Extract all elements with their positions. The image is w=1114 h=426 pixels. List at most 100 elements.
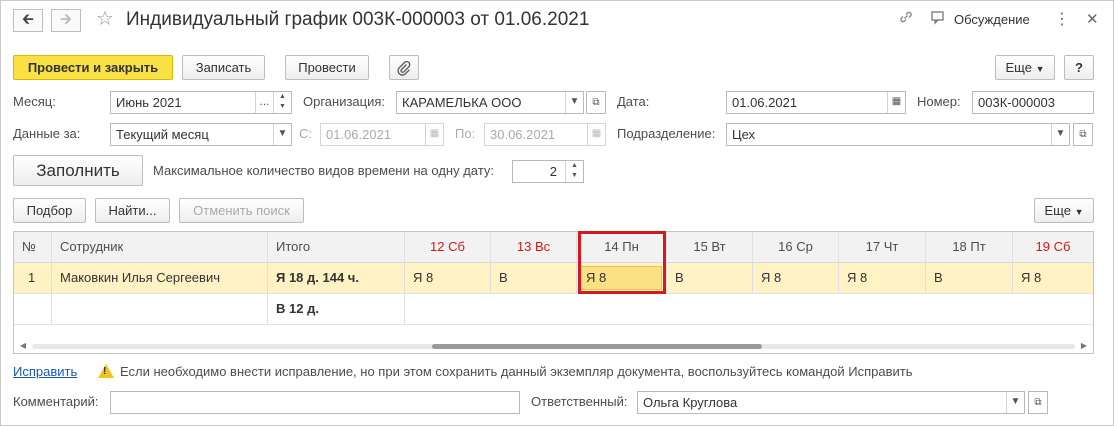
- division-open-button[interactable]: ⧉: [1073, 123, 1093, 146]
- responsible-open-button[interactable]: ⧉: [1028, 391, 1048, 414]
- day-19-cell[interactable]: Я 8: [1013, 263, 1093, 293]
- save-button[interactable]: Записать: [182, 55, 265, 80]
- max-types-field[interactable]: 2 ▲ ▼: [512, 160, 584, 183]
- to-date-field[interactable]: 30.06.2021 ▦: [484, 123, 606, 146]
- day-18-cell[interactable]: В: [926, 263, 1013, 293]
- more-button[interactable]: Еще ▼: [995, 55, 1055, 80]
- column-header-day-14[interactable]: 14 Пн: [577, 232, 667, 262]
- find-button[interactable]: Найти...: [95, 198, 170, 223]
- forward-button[interactable]: 🡲: [51, 9, 81, 32]
- organization-field[interactable]: КАРАМЕЛЬКА ООО ▼: [396, 91, 584, 114]
- post-and-close-button[interactable]: Провести и закрыть: [13, 55, 173, 80]
- column-header-day-13[interactable]: 13 Вс: [491, 232, 577, 262]
- column-header-day-18[interactable]: 18 Пт: [926, 232, 1013, 262]
- scroll-left-icon[interactable]: ◀: [16, 339, 30, 353]
- month-select-button[interactable]: ...: [255, 92, 273, 113]
- column-header-employee[interactable]: Сотрудник: [52, 232, 268, 262]
- table-row[interactable]: В 12 д.: [14, 294, 1093, 325]
- more-vertical-icon[interactable]: ⋮: [1054, 9, 1070, 31]
- comment-label: Комментарий:: [13, 394, 99, 409]
- date-field[interactable]: 01.06.2021 ▦: [726, 91, 906, 114]
- from-label: С:: [299, 126, 312, 141]
- to-value: 30.06.2021: [490, 127, 556, 142]
- responsible-field[interactable]: Ольга Круглова ▼: [637, 391, 1025, 414]
- date-value: 01.06.2021: [732, 95, 798, 110]
- column-header-day-19[interactable]: 19 Сб: [1013, 232, 1093, 262]
- responsible-label: Ответственный:: [531, 394, 628, 409]
- month-label: Месяц:: [13, 94, 56, 109]
- employee-cell[interactable]: Маковкин Илья Сергеевич: [52, 263, 268, 293]
- dropdown-arrow-icon: ▼: [1074, 207, 1084, 217]
- chevron-down-icon[interactable]: ▼: [565, 92, 583, 113]
- warning-text: Если необходимо внести исправление, но п…: [120, 364, 913, 379]
- max-types-label: Максимальное количество видов времени на…: [153, 163, 494, 178]
- day-12-cell[interactable]: Я 8: [405, 263, 491, 293]
- day-16-cell[interactable]: Я 8: [753, 263, 839, 293]
- division-field[interactable]: Цех ▼: [726, 123, 1070, 146]
- division-label: Подразделение:: [617, 126, 716, 141]
- more-button-label: Еще: [1005, 60, 1032, 75]
- org-open-button[interactable]: ⧉: [586, 91, 606, 114]
- column-header-day-16[interactable]: 16 Ср: [753, 232, 839, 262]
- number-field[interactable]: 003К-000003: [972, 91, 1094, 114]
- discussion-button[interactable]: Обсуждение: [954, 12, 1030, 27]
- comment-field[interactable]: [110, 391, 520, 414]
- scroll-right-icon[interactable]: ▶: [1077, 339, 1091, 353]
- close-icon[interactable]: ✕: [1086, 9, 1099, 31]
- month-stepper[interactable]: ▲ ▼: [273, 92, 291, 113]
- from-value: 01.06.2021: [326, 127, 392, 142]
- chevron-down-icon[interactable]: ▼: [1006, 392, 1024, 413]
- column-header-day-15[interactable]: 15 Вт: [667, 232, 753, 262]
- arrow-left-icon: 🡰: [21, 11, 35, 28]
- chevron-down-icon[interactable]: ▼: [1051, 124, 1069, 145]
- column-header-day-12[interactable]: 12 Сб: [405, 232, 491, 262]
- day-17-cell[interactable]: Я 8: [839, 263, 926, 293]
- chevron-down-icon[interactable]: ▼: [273, 124, 291, 145]
- scroll-thumb[interactable]: [432, 344, 762, 349]
- responsible-value: Ольга Круглова: [643, 395, 738, 410]
- row-number-empty: [14, 294, 52, 324]
- fix-link[interactable]: Исправить: [13, 362, 77, 382]
- table-more-button[interactable]: Еще ▼: [1034, 198, 1094, 223]
- schedule-table[interactable]: № Сотрудник Итого 12 Сб 13 Вс 14 Пн 15 В…: [13, 231, 1094, 354]
- star-icon[interactable]: ☆: [96, 7, 114, 31]
- fill-button[interactable]: Заполнить: [13, 155, 143, 186]
- help-button[interactable]: ?: [1064, 55, 1094, 80]
- paperclip-icon: [397, 60, 411, 76]
- column-header-total[interactable]: Итого: [268, 232, 405, 262]
- table-row[interactable]: 1 Маковкин Илья Сергеевич Я 18 д. 144 ч.…: [14, 263, 1093, 294]
- cancel-search-button[interactable]: Отменить поиск: [179, 198, 304, 223]
- month-field[interactable]: Июнь 2021 ... ▲ ▼: [110, 91, 292, 114]
- total-cell[interactable]: Я 18 д. 144 ч.: [268, 263, 405, 293]
- column-header-number[interactable]: №: [14, 232, 52, 262]
- data-for-value: Текущий месяц: [116, 127, 209, 142]
- division-value: Цех: [732, 127, 756, 142]
- post-button[interactable]: Провести: [285, 55, 369, 80]
- horizontal-scrollbar[interactable]: ◀ ▶: [14, 339, 1093, 353]
- calendar-icon[interactable]: ▦: [425, 124, 443, 145]
- day-13-cell[interactable]: В: [491, 263, 577, 293]
- max-types-stepper[interactable]: ▲ ▼: [565, 161, 583, 182]
- link-icon-svg: [900, 11, 912, 23]
- calendar-icon[interactable]: ▦: [587, 124, 605, 145]
- month-value: Июнь 2021: [116, 95, 182, 110]
- employee-cell-empty: [52, 294, 268, 324]
- day-15-cell[interactable]: В: [667, 263, 753, 293]
- total-cell-weekend[interactable]: В 12 д.: [268, 294, 405, 324]
- back-button[interactable]: 🡰: [13, 9, 43, 32]
- day-14-cell-selected[interactable]: Я 8: [580, 266, 662, 290]
- data-for-label: Данные за:: [13, 126, 81, 141]
- dropdown-arrow-icon: ▼: [1035, 64, 1045, 74]
- scroll-track[interactable]: [32, 344, 1075, 349]
- column-header-day-17[interactable]: 17 Чт: [839, 232, 926, 262]
- link-icon[interactable]: [898, 9, 914, 32]
- org-value: КАРАМЕЛЬКА ООО: [402, 95, 522, 110]
- row-number: 1: [14, 263, 52, 293]
- number-label: Номер:: [917, 94, 961, 109]
- attach-button[interactable]: [389, 55, 419, 80]
- calendar-icon[interactable]: ▦: [887, 92, 905, 113]
- discussion-icon-svg: [931, 11, 944, 25]
- data-for-field[interactable]: Текущий месяц ▼: [110, 123, 292, 146]
- from-date-field[interactable]: 01.06.2021 ▦: [320, 123, 444, 146]
- pick-button[interactable]: Подбор: [13, 198, 86, 223]
